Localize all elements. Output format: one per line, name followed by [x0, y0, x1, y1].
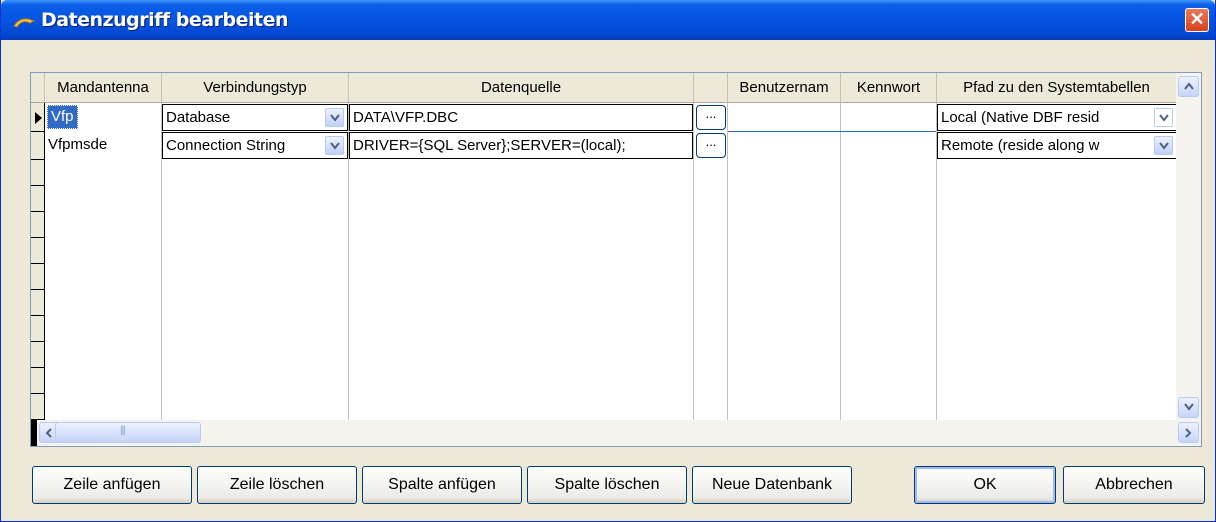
chevron-down-icon[interactable]	[325, 136, 344, 155]
ellipsis-icon: ...	[705, 106, 717, 121]
row-selector-empty	[31, 212, 45, 238]
scroll-right-button[interactable]	[1178, 422, 1199, 443]
column-header-kennwort[interactable]: Kennwort	[841, 73, 937, 103]
window-title: Datenzugriff bearbeiten	[41, 9, 288, 31]
mandant-cell[interactable]: Vfpmsde	[45, 132, 161, 159]
add-row-button[interactable]: Zeile anfügen	[32, 466, 192, 504]
kennwort-cell[interactable]	[841, 104, 936, 131]
chevron-down-icon	[1184, 403, 1194, 411]
pfad-combo[interactable]: Local (Native DBF resid	[937, 104, 1177, 131]
chevron-left-icon	[45, 428, 52, 438]
cancel-button[interactable]: Abbrechen	[1063, 466, 1205, 504]
chevron-down-icon[interactable]	[1154, 136, 1173, 155]
row-selector-empty	[31, 290, 45, 316]
row-selector-empty	[31, 394, 45, 420]
ok-button[interactable]: OK	[914, 466, 1056, 504]
pfad-value: Local (Native DBF resid	[941, 109, 1100, 126]
close-button[interactable]: ✕	[1185, 8, 1209, 32]
vertical-scrollbar[interactable]	[1176, 73, 1201, 420]
mandant-cell[interactable]: Vfp	[45, 104, 161, 131]
chevron-down-icon[interactable]	[1154, 108, 1173, 127]
column-header-benutzername[interactable]: Benutzernam	[728, 73, 841, 103]
kennwort-cell[interactable]	[841, 132, 936, 159]
verbindungstyp-value: Connection String	[166, 137, 286, 154]
pfad-combo[interactable]: Remote (reside along w	[937, 132, 1177, 159]
row-selector-2[interactable]	[31, 132, 45, 160]
scrollbar-edge	[31, 420, 37, 446]
verbindungstyp-combo[interactable]: Connection String	[162, 132, 348, 159]
datenquelle-value: DATA\VFP.DBC	[353, 109, 459, 126]
column-divider	[693, 103, 694, 420]
header-corner	[31, 73, 45, 103]
row-selector-empty	[31, 316, 45, 342]
chevron-down-icon[interactable]	[325, 108, 344, 127]
datenquelle-value: DRIVER={SQL Server};SERVER=(local);	[353, 137, 626, 154]
dialog-window: Datenzugriff bearbeiten ✕ Mandantenna Ve…	[0, 0, 1216, 522]
mandant-value: Vfp	[47, 105, 78, 129]
column-header-datenquelle[interactable]: Datenquelle	[349, 73, 694, 103]
browse-button[interactable]: ...	[696, 105, 726, 130]
row-selector-1[interactable]	[31, 103, 45, 132]
row-selector-empty	[31, 238, 45, 264]
verbindungstyp-combo[interactable]: Database	[162, 104, 348, 131]
data-grid: Mandantenna Verbindungstyp Datenquelle B…	[30, 72, 1202, 447]
benutzername-cell[interactable]	[728, 132, 840, 159]
column-header-pfad[interactable]: Pfad zu den Systemtabellen	[937, 73, 1177, 103]
datenquelle-field[interactable]: DATA\VFP.DBC	[349, 104, 693, 131]
browse-button[interactable]: ...	[696, 133, 726, 158]
column-header-verbindungstyp[interactable]: Verbindungstyp	[162, 73, 349, 103]
scroll-down-button[interactable]	[1178, 397, 1199, 418]
column-header-browse[interactable]	[694, 73, 728, 103]
row-selector-empty	[31, 264, 45, 290]
row-selector-empty	[31, 368, 45, 394]
current-row-arrow-icon	[35, 112, 42, 124]
delete-row-button[interactable]: Zeile löschen	[197, 466, 357, 504]
chevron-right-icon	[1185, 428, 1192, 438]
datenquelle-field[interactable]: DRIVER={SQL Server};SERVER=(local);	[349, 132, 693, 159]
delete-column-button[interactable]: Spalte löschen	[527, 466, 687, 504]
chevron-up-icon	[1184, 82, 1194, 90]
ellipsis-icon: ...	[705, 134, 717, 149]
horizontal-scroll-thumb[interactable]: |||	[55, 422, 201, 443]
add-column-button[interactable]: Spalte anfügen	[362, 466, 522, 504]
horizontal-scrollbar[interactable]: |||	[31, 420, 1201, 446]
close-icon: ✕	[1189, 9, 1205, 29]
row-selector-empty	[31, 186, 45, 212]
title-bar[interactable]: Datenzugriff bearbeiten ✕	[1, 0, 1215, 40]
grip-icon: |||	[120, 425, 126, 436]
scroll-up-button[interactable]	[1178, 76, 1199, 97]
verbindungstyp-value: Database	[166, 109, 231, 126]
benutzername-cell[interactable]	[728, 104, 840, 131]
row-selector-empty	[31, 160, 45, 186]
row-selector-empty	[31, 342, 45, 368]
column-header-mandant[interactable]: Mandantenna	[45, 73, 162, 103]
app-icon	[13, 18, 35, 28]
pfad-value: Remote (reside along w	[941, 137, 1100, 154]
new-database-button[interactable]: Neue Datenbank	[692, 466, 852, 504]
